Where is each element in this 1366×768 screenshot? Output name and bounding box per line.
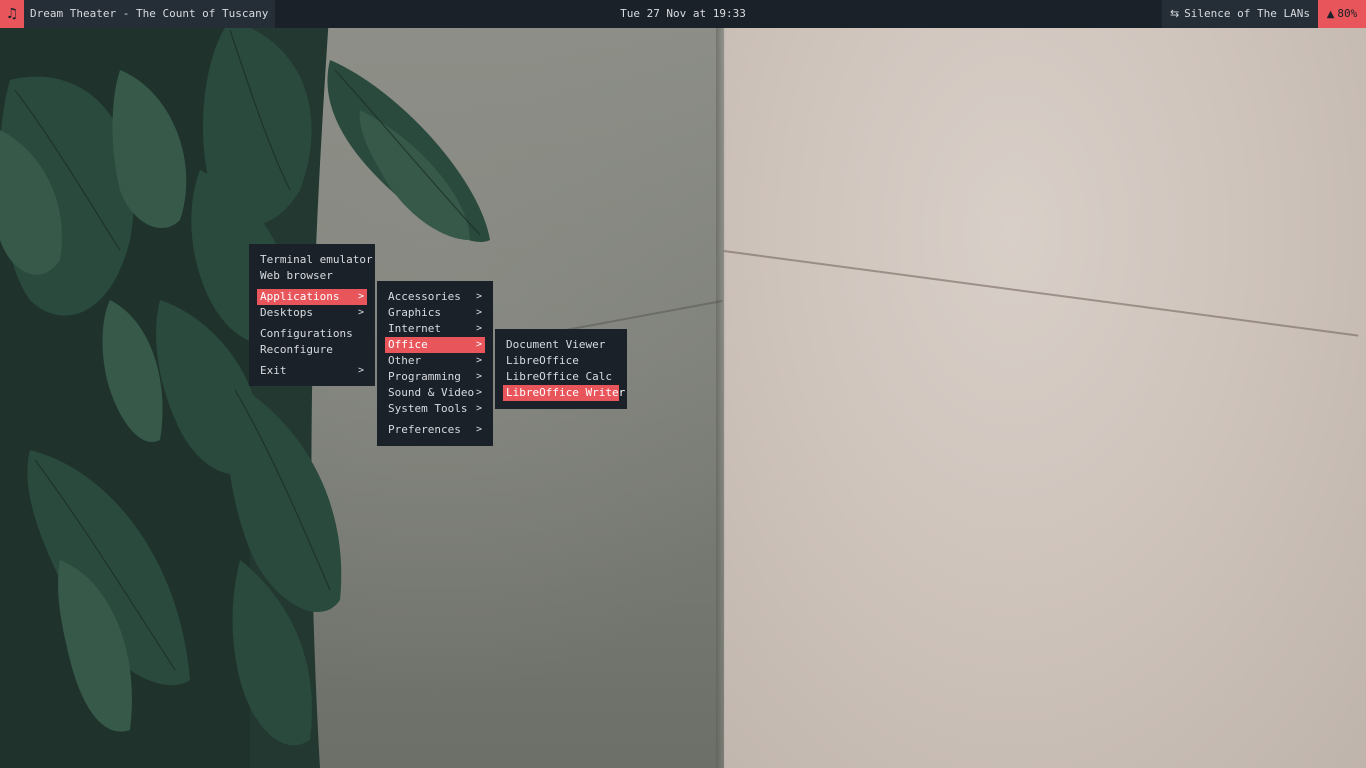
menu-item-label: Reconfigure <box>260 343 333 356</box>
menu-item-label: Preferences <box>388 423 461 436</box>
menu-item-label: Accessories <box>388 290 461 303</box>
menu-item-programming[interactable]: Programming > <box>385 369 485 385</box>
chevron-right-icon: > <box>475 291 482 302</box>
chevron-right-icon: > <box>357 291 364 302</box>
menu-item-reconfigure[interactable]: Reconfigure <box>257 342 367 358</box>
root-menu: Terminal emulator Web browser Applicatio… <box>249 244 375 386</box>
menu-item-label: Office <box>388 338 428 351</box>
menu-item-applications[interactable]: Applications > <box>257 289 367 305</box>
chevron-right-icon: > <box>357 307 364 318</box>
chevron-right-icon: > <box>475 371 482 382</box>
menu-item-libreoffice-writer[interactable]: LibreOffice Writer <box>503 385 625 401</box>
menu-item-system-tools[interactable]: System Tools > <box>385 401 485 417</box>
now-playing-label[interactable]: Dream Theater - The Count of Tuscany <box>24 0 276 28</box>
network-name-label: Silence of The LANs <box>1184 7 1310 20</box>
office-submenu: Document Viewer LibreOffice LibreOffice … <box>495 329 627 409</box>
menu-item-libreoffice[interactable]: LibreOffice <box>503 353 619 369</box>
applications-submenu: Accessories > Graphics > Internet > Office >… <box>377 281 493 446</box>
menu-item-label: Exit <box>260 364 287 377</box>
menu-item-label: Sound & Video <box>388 386 475 399</box>
wall-corner-edge <box>716 28 726 768</box>
menu-item-configurations[interactable]: Configurations <box>257 326 367 342</box>
menu-item-other[interactable]: Other > <box>385 353 485 369</box>
menu-item-terminal-emulator[interactable]: Terminal emulator <box>257 252 373 268</box>
chevron-right-icon: > <box>475 339 482 350</box>
menu-item-document-viewer[interactable]: Document Viewer <box>503 337 619 353</box>
menu-item-preferences[interactable]: Preferences > <box>385 422 485 438</box>
menu-item-sound-video[interactable]: Sound & Video > <box>385 385 485 401</box>
menu-item-label: Applications <box>260 290 340 303</box>
clock-label[interactable]: Tue 27 Nov at 19:33 <box>620 7 746 20</box>
menu-item-label: Desktops <box>260 306 313 319</box>
menu-item-office[interactable]: Office > <box>385 337 485 353</box>
menu-item-label: Graphics <box>388 306 441 319</box>
chevron-right-icon: > <box>475 355 482 366</box>
music-note-icon[interactable]: ♫ <box>0 0 24 28</box>
menu-item-exit[interactable]: Exit > <box>257 363 367 379</box>
menu-item-label: Configurations <box>260 327 353 340</box>
menu-item-label: Terminal emulator <box>260 253 373 266</box>
chevron-right-icon: > <box>357 365 364 376</box>
battery-indicator[interactable]: ▲ 80% <box>1318 0 1366 28</box>
menu-item-desktops[interactable]: Desktops > <box>257 305 367 321</box>
menu-item-web-browser[interactable]: Web browser <box>257 268 367 284</box>
chevron-right-icon: > <box>475 424 482 435</box>
menu-item-label: LibreOffice Writer <box>506 386 626 399</box>
menu-item-libreoffice-calc[interactable]: LibreOffice Calc <box>503 369 619 385</box>
menu-item-label: System Tools <box>388 402 468 415</box>
desktop-wallpaper <box>0 0 1366 768</box>
wall-right-concrete <box>724 0 1366 768</box>
network-transfer-icon: ⇆ <box>1169 7 1180 20</box>
menu-item-label: LibreOffice <box>506 354 579 367</box>
top-panel: ♫ Dream Theater - The Count of Tuscany T… <box>0 0 1366 28</box>
menu-item-label: Document Viewer <box>506 338 606 351</box>
bell-icon: ▲ <box>1326 9 1335 20</box>
menu-item-label: Web browser <box>260 269 333 282</box>
chevron-right-icon: > <box>475 323 482 334</box>
menu-item-label: Internet <box>388 322 441 335</box>
battery-label: 80% <box>1337 7 1358 20</box>
network-indicator[interactable]: ⇆ Silence of The LANs <box>1161 0 1318 28</box>
menu-item-label: LibreOffice Calc <box>506 370 612 383</box>
chevron-right-icon: > <box>475 403 482 414</box>
chevron-right-icon: > <box>475 387 482 398</box>
chevron-right-icon: > <box>475 307 482 318</box>
menu-item-graphics[interactable]: Graphics > <box>385 305 485 321</box>
menu-item-label: Other <box>388 354 422 367</box>
menu-item-internet[interactable]: Internet > <box>385 321 485 337</box>
menu-item-accessories[interactable]: Accessories > <box>385 289 485 305</box>
menu-item-label: Programming <box>388 370 461 383</box>
